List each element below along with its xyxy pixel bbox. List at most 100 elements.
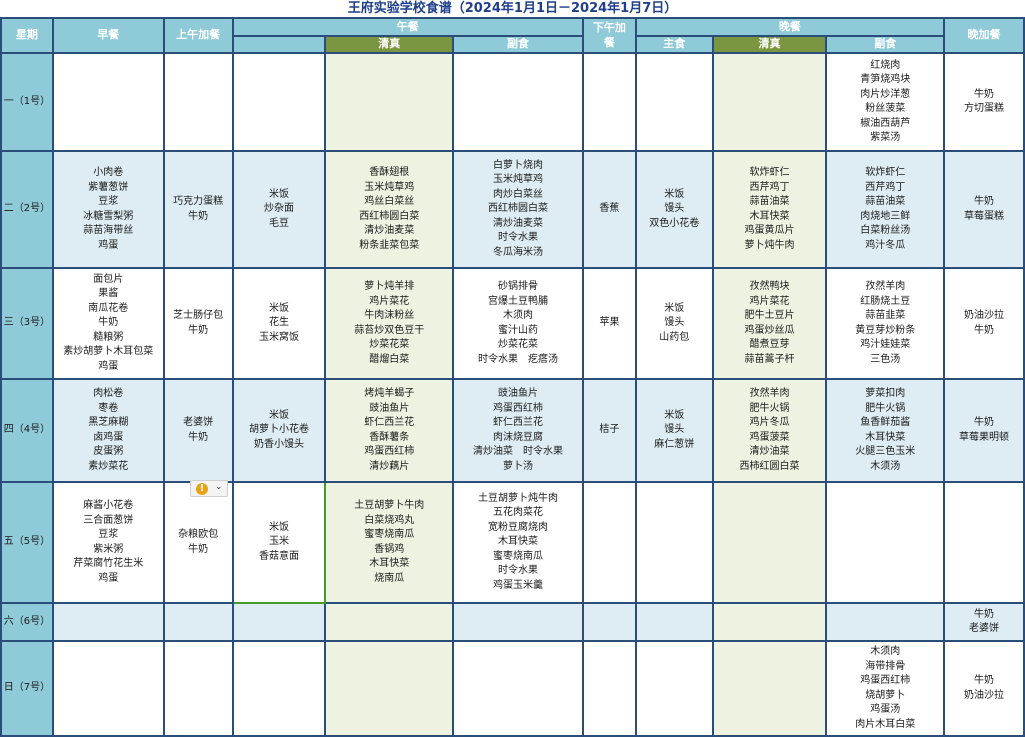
menu-cell-lunch-staple[interactable]: 米饭 炒杂面 毛豆 bbox=[231, 150, 327, 269]
menu-cell-breakfast[interactable] bbox=[51, 602, 165, 642]
header-breakfast[interactable]: 早餐 bbox=[51, 17, 165, 54]
menu-cell-dinner-halal[interactable] bbox=[711, 52, 828, 152]
menu-cell-lunch-staple[interactable] bbox=[231, 640, 327, 737]
menu-cell-afternoon-snack[interactable]: 香蕉 bbox=[581, 150, 637, 269]
menu-cell-night-snack[interactable]: 奶油沙拉 牛奶 bbox=[943, 267, 1025, 380]
menu-cell-lunch-staple[interactable]: 米饭 胡萝卜小花卷 奶香小馒头 bbox=[231, 378, 327, 483]
menu-cell-night-snack[interactable]: 牛奶 草莓果明顿 bbox=[943, 378, 1025, 483]
menu-cell-lunch-halal[interactable]: 烤炖羊蝎子 豉油鱼片 虾仁西兰花 香酥薯条 鸡蛋西红柿 清炒藕片 bbox=[324, 378, 455, 483]
menu-cell-dinner-side[interactable]: 萝菜扣肉 肥牛火锅 鱼香鲜茄酱 木耳快菜 火腿三色玉米 木须汤 bbox=[825, 378, 946, 483]
header-dinner-halal[interactable]: 清真 bbox=[711, 35, 828, 54]
header-lunch-halal[interactable]: 清真 bbox=[324, 35, 455, 54]
menu-cell-dinner-side[interactable] bbox=[825, 602, 946, 642]
menu-item: 孜然羊肉 bbox=[749, 388, 790, 399]
menu-cell-afternoon-snack[interactable] bbox=[581, 602, 637, 642]
menu-cell-breakfast[interactable] bbox=[51, 52, 165, 152]
menu-cell-afternoon-snack[interactable]: 桔子 bbox=[581, 378, 637, 483]
menu-item: 枣卷 bbox=[98, 402, 119, 414]
header-dinner-side[interactable]: 副食 bbox=[825, 35, 946, 54]
header-lunch-staple[interactable] bbox=[231, 35, 327, 54]
menu-item: 醋煮豆芽 bbox=[749, 339, 790, 350]
menu-cell-dinner-staple[interactable] bbox=[634, 640, 714, 737]
menu-cell-lunch-staple[interactable]: 米饭 花生 玉米窝饭 bbox=[231, 267, 327, 380]
menu-cell-morning-snack[interactable] bbox=[162, 602, 234, 642]
menu-cell-lunch-side[interactable] bbox=[452, 602, 584, 642]
menu-cell-night-snack[interactable]: 牛奶 老婆饼 bbox=[943, 602, 1025, 642]
menu-cell-lunch-halal[interactable]: 萝卜炖羊排 鸡片菜花 牛肉沫粉丝 蒜苔炒双色豆干 炒菜花菜 醋熘白菜 bbox=[324, 267, 455, 380]
menu-cell-breakfast[interactable]: 肉松卷 枣卷 黑芝麻糊 卤鸡蛋 皮蛋粥 素炒菜花 bbox=[51, 378, 165, 483]
menu-cell-night-snack[interactable] bbox=[943, 481, 1025, 604]
header-afternoon-snack[interactable]: 下午加餐 bbox=[581, 17, 637, 54]
menu-cell-lunch-side[interactable]: 砂锅排骨 宫爆土豆鸭脯 木须肉 蜜汁山药 炒菜花菜 时令水果 疙瘩汤 bbox=[452, 267, 584, 380]
menu-cell-lunch-halal[interactable]: 香酥翅根 玉米炖草鸡 鸡丝白菜丝 西红柿圆白菜 清炒油麦菜 粉条韭菜包菜 bbox=[324, 150, 455, 269]
menu-cell-dinner-halal[interactable] bbox=[711, 602, 828, 642]
menu-item: 白菜烧鸡丸 bbox=[364, 514, 415, 526]
menu-cell-dinner-halal[interactable] bbox=[711, 640, 828, 737]
menu-cell-dinner-staple[interactable]: 米饭 馒头 麻仁葱饼 bbox=[634, 378, 714, 483]
menu-cell-dinner-staple[interactable] bbox=[634, 602, 714, 642]
header-night-snack[interactable]: 晚加餐 bbox=[943, 17, 1025, 54]
day-label[interactable]: 二（2号） bbox=[0, 150, 54, 269]
menu-cell-lunch-side[interactable]: 白萝卜烧肉 玉米炖草鸡 肉炒白菜丝 西红柿圆白菜 清炒油麦菜 时令水果 冬瓜海米汤 bbox=[452, 150, 584, 269]
menu-cell-breakfast[interactable]: 面包片 果酱 南瓜花卷 牛奶 糙粮粥 素炒胡萝卜木耳包菜 鸡蛋 bbox=[51, 267, 165, 380]
menu-cell-breakfast[interactable]: 麻酱小花卷 三合面葱饼 豆浆 紫米粥 芹菜腐竹花生米 鸡蛋 bbox=[51, 481, 165, 604]
day-label[interactable]: 一（1号） bbox=[0, 52, 54, 152]
menu-cell-dinner-halal[interactable]: 软炸虾仁 西芹鸡丁 蒜苗油菜 木耳快菜 鸡蛋黄瓜片 萝卜炖牛肉 bbox=[711, 150, 828, 269]
menu-cell-dinner-side[interactable] bbox=[825, 481, 946, 604]
menu-cell-lunch-staple[interactable] bbox=[231, 602, 327, 642]
menu-item: 紫米粥 bbox=[93, 543, 124, 555]
day-label[interactable]: 六（6号） bbox=[0, 602, 54, 642]
menu-cell-dinner-staple[interactable]: 米饭 馒头 山药包 bbox=[634, 267, 714, 380]
menu-cell-breakfast[interactable] bbox=[51, 640, 165, 737]
menu-cell-lunch-side[interactable]: 豉油鱼片 鸡蛋西红柿 虾仁西兰花 肉沫烧豆腐 清炒油菜 时令水果 萝卜汤 bbox=[452, 378, 584, 483]
menu-cell-night-snack[interactable]: 牛奶 草莓蛋糕 bbox=[943, 150, 1025, 269]
menu-cell-dinner-staple[interactable] bbox=[634, 481, 714, 604]
header-morning-snack[interactable]: 上午加餐 bbox=[162, 17, 234, 54]
menu-cell-lunch-side[interactable] bbox=[452, 52, 584, 152]
menu-cell-lunch-side[interactable]: 土豆胡萝卜炖牛肉 五花肉菜花 宽粉豆腐烧肉 木耳快菜 蜜枣烧南瓜 时令水果 鸡蛋玉米羹 bbox=[452, 481, 584, 604]
cell-warning-button[interactable]: ! ⌄ bbox=[190, 480, 228, 497]
menu-cell-lunch-halal[interactable] bbox=[324, 52, 455, 152]
menu-cell-morning-snack[interactable]: 杂粮欧包 牛奶 bbox=[162, 481, 234, 604]
menu-cell-dinner-side[interactable]: 木须肉 海带排骨 鸡蛋西红柿 烧胡萝卜 鸡蛋汤 肉片木耳白菜 bbox=[825, 640, 946, 737]
menu-cell-morning-snack[interactable] bbox=[162, 52, 234, 152]
header-dinner-staple[interactable]: 主食 bbox=[634, 35, 714, 54]
menu-cell-dinner-side[interactable]: 软炸虾仁 西芹鸡丁 蒜苗油菜 肉烧地三鲜 白菜粉丝汤 鸡汁冬瓜 bbox=[825, 150, 946, 269]
menu-cell-lunch-staple[interactable]: 米饭 玉米 香菇意面 bbox=[231, 481, 327, 604]
menu-item: 炒菜花菜 bbox=[369, 339, 410, 350]
menu-cell-afternoon-snack[interactable]: 苹果 bbox=[581, 267, 637, 380]
menu-cell-lunch-side[interactable] bbox=[452, 640, 584, 737]
menu-cell-lunch-halal[interactable] bbox=[324, 640, 455, 737]
menu-cell-lunch-halal[interactable] bbox=[324, 602, 455, 642]
menu-cell-afternoon-snack[interactable] bbox=[581, 52, 637, 152]
menu-cell-dinner-halal[interactable]: 孜然鸭块 鸡片菜花 肥牛土豆片 鸡蛋炒丝瓜 醋煮豆芽 蒜苗蒿子杆 bbox=[711, 267, 828, 380]
menu-item: 白萝卜烧肉 bbox=[493, 159, 544, 171]
menu-cell-dinner-halal[interactable] bbox=[711, 481, 828, 604]
menu-cell-night-snack[interactable]: 牛奶 奶油沙拉 bbox=[943, 640, 1025, 737]
header-lunch[interactable]: 午餐 bbox=[231, 17, 584, 37]
menu-cell-afternoon-snack[interactable] bbox=[581, 481, 637, 604]
menu-cell-lunch-halal[interactable]: 土豆胡萝卜牛肉 白菜烧鸡丸 蜜枣烧南瓜 香锅鸡 木耳快菜 烧南瓜 bbox=[324, 481, 455, 604]
menu-cell-lunch-staple[interactable] bbox=[231, 52, 327, 152]
header-weekday[interactable]: 星期 bbox=[0, 17, 54, 54]
menu-cell-dinner-halal[interactable]: 孜然羊肉 肥牛火锅 鸡片冬瓜 鸡蛋菠菜 清炒油菜 西柿红圆白菜 bbox=[711, 378, 828, 483]
menu-cell-afternoon-snack[interactable] bbox=[581, 640, 637, 737]
menu-cell-morning-snack[interactable]: 芝士肠仔包 牛奶 bbox=[162, 267, 234, 380]
chevron-down-icon[interactable]: ⌄ bbox=[215, 482, 223, 492]
menu-cell-morning-snack[interactable]: 巧克力蛋糕 牛奶 bbox=[162, 150, 234, 269]
menu-cell-breakfast[interactable]: 小肉卷 紫薯葱饼 豆浆 冰糖雪梨粥 蒜苗海带丝 鸡蛋 bbox=[51, 150, 165, 269]
header-dinner[interactable]: 晚餐 bbox=[634, 17, 946, 37]
menu-cell-morning-snack[interactable] bbox=[162, 640, 234, 737]
menu-cell-night-snack[interactable]: 牛奶 方切蛋糕 bbox=[943, 52, 1025, 152]
day-label[interactable]: 五（5号） bbox=[0, 481, 54, 604]
header-lunch-side[interactable]: 副食 bbox=[452, 35, 584, 54]
menu-cell-dinner-staple[interactable]: 米饭 馒头 双色小花卷 bbox=[634, 150, 714, 269]
day-label[interactable]: 日（7号） bbox=[0, 640, 54, 737]
day-label[interactable]: 三（3号） bbox=[0, 267, 54, 380]
menu-cell-dinner-staple[interactable] bbox=[634, 52, 714, 152]
menu-cell-dinner-side[interactable]: 红烧肉 青笋烧鸡块 肉片炒洋葱 粉丝菠菜 椒油西葫芦 紫菜汤 bbox=[825, 52, 946, 152]
menu-cell-morning-snack[interactable]: 老婆饼 牛奶 bbox=[162, 378, 234, 483]
day-label[interactable]: 四（4号） bbox=[0, 378, 54, 483]
menu-cell-dinner-side[interactable]: 孜然羊肉 红肠烧土豆 蒜苗韭菜 黄豆芽炒粉条 鸡汁娃娃菜 三色汤 bbox=[825, 267, 946, 380]
menu-item: 紫菜汤 bbox=[870, 132, 901, 143]
